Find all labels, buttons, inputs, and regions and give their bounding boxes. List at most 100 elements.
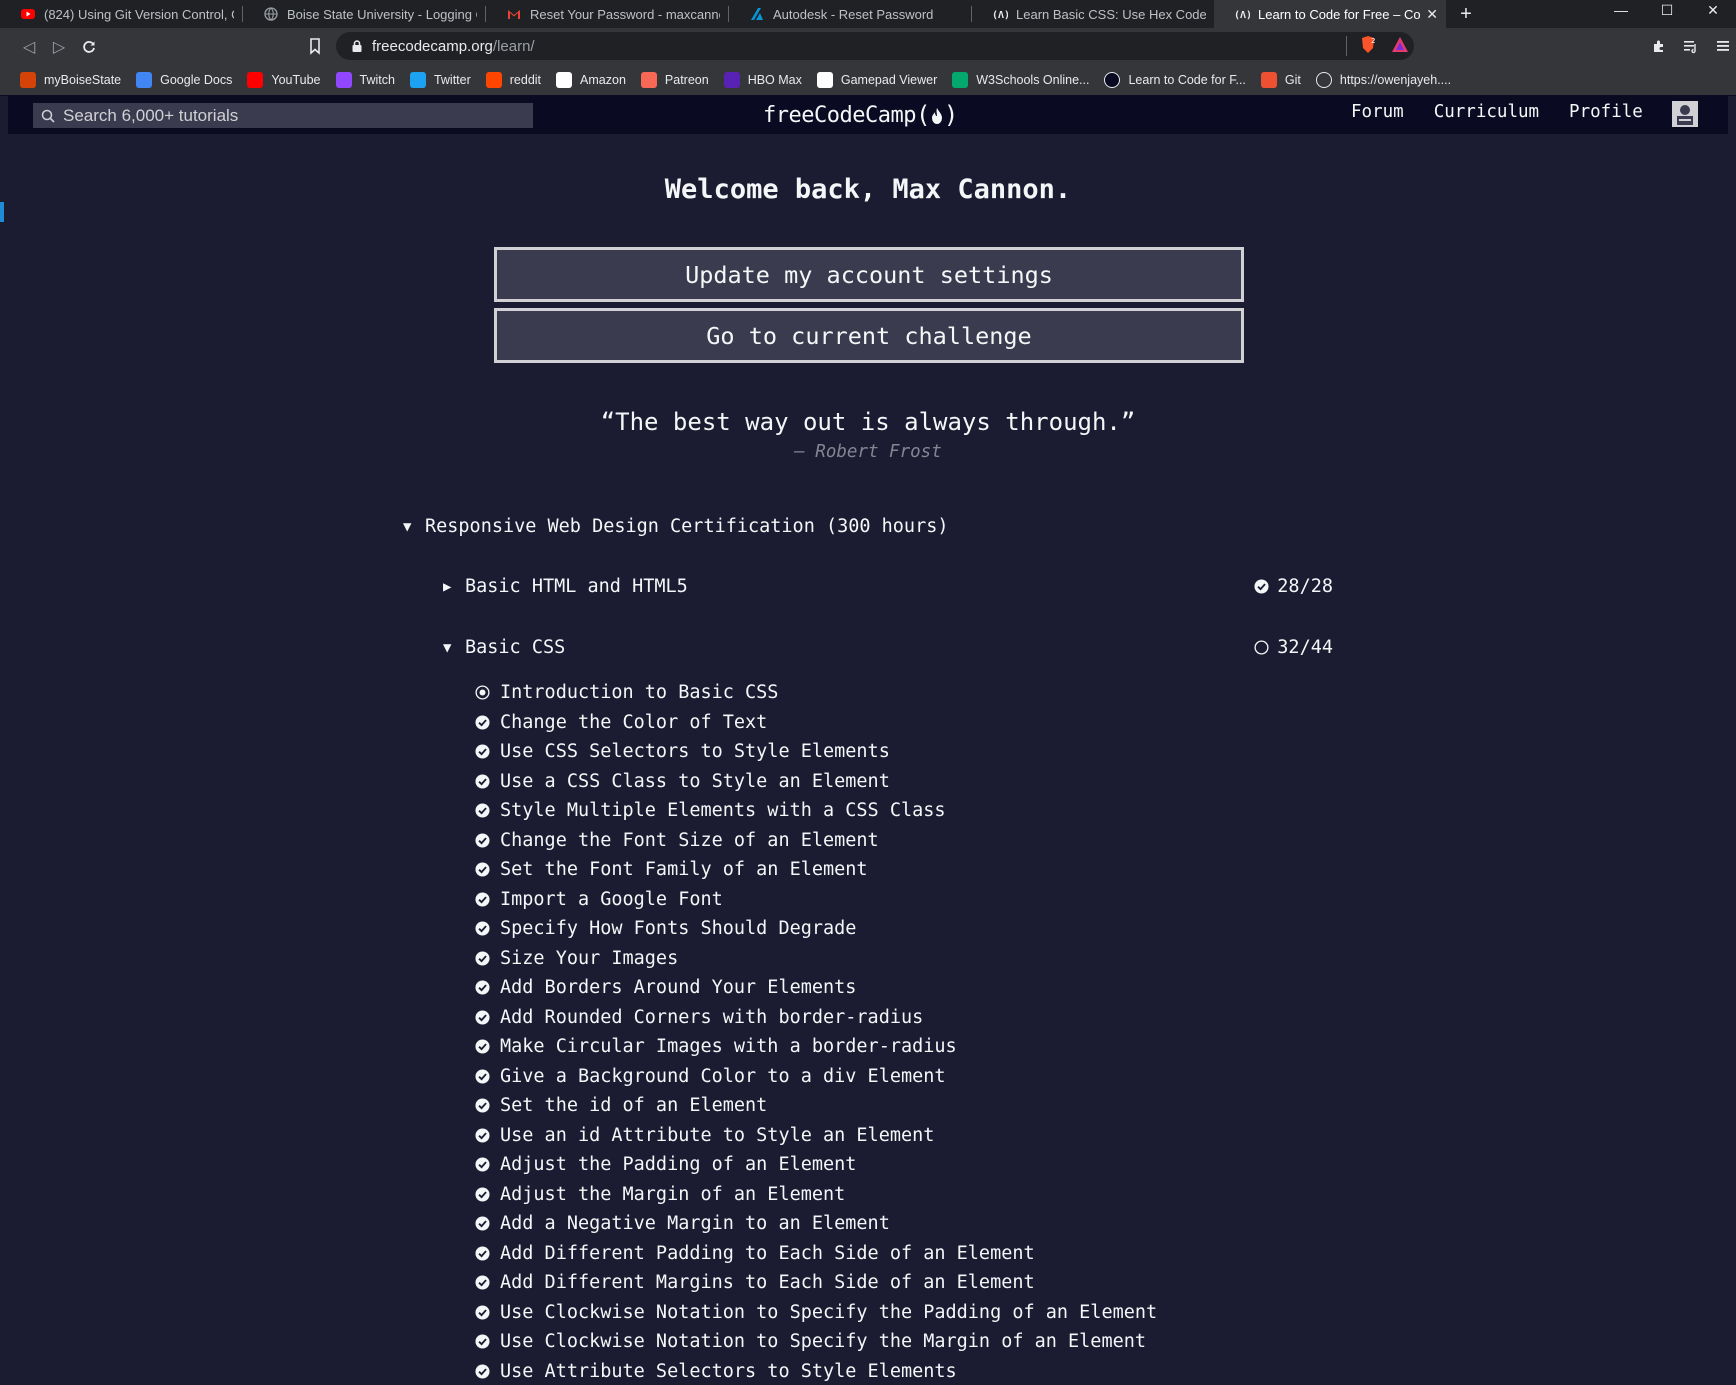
search-input[interactable]: Search 6,000+ tutorials [33, 103, 533, 128]
challenge-item[interactable]: Make Circular Images with a border-radiu… [475, 1032, 1157, 1062]
welcome-heading: Welcome back, Max Cannon. [664, 174, 1072, 205]
bookmark-item[interactable]: Twitter [409, 72, 471, 88]
update-settings-button[interactable]: Update my account settings [494, 247, 1244, 302]
freecodecamp-logo[interactable]: freeCodeCamp () [763, 101, 958, 129]
site-navbar: Search 6,000+ tutorials freeCodeCamp () … [8, 96, 1728, 134]
window-controls: — ☐ ✕ [1598, 0, 1736, 28]
lock-icon [352, 40, 362, 52]
bookmark-item[interactable]: W3Schools Online... [952, 72, 1089, 88]
block-basic-html[interactable]: ▶ Basic HTML and HTML5 28/28 [443, 576, 1333, 597]
new-tab-button[interactable]: + [1452, 0, 1480, 28]
challenge-item[interactable]: Add Rounded Corners with border-radius [475, 1003, 1157, 1033]
check-circle-icon [475, 833, 490, 848]
challenge-item[interactable]: Adjust the Padding of an Element [475, 1150, 1157, 1180]
bookmark-label: Amazon [580, 73, 626, 87]
bookmark-item[interactable]: Git [1260, 72, 1301, 88]
scrollbar[interactable] [1728, 96, 1736, 1385]
block-title: Basic CSS [465, 637, 566, 658]
bookmark-item[interactable]: Patreon [640, 72, 709, 88]
address-bar[interactable]: freecodecamp.org/learn/ [336, 32, 1414, 60]
challenge-item[interactable]: Add a Negative Margin to an Element [475, 1209, 1157, 1239]
challenge-title: Add a Negative Margin to an Element [500, 1213, 890, 1235]
challenge-item[interactable]: Specify How Fonts Should Degrade [475, 914, 1157, 944]
browser-tab[interactable]: Boise State University - Logging Off [243, 0, 485, 28]
challenge-item[interactable]: Style Multiple Elements with a CSS Class [475, 796, 1157, 826]
check-circle-icon [475, 951, 490, 966]
browser-tab[interactable]: (824) Using Git Version Control, Github [0, 0, 242, 28]
bookmark-item[interactable]: myBoiseState [20, 72, 121, 88]
block-basic-css[interactable]: ▼ Basic CSS 32/44 [443, 637, 1333, 658]
freecodecamp-icon: (Λ) [992, 6, 1008, 22]
bookmark-item[interactable]: reddit [485, 72, 541, 88]
check-circle-icon [475, 980, 490, 995]
challenge-item[interactable]: Use Clockwise Notation to Specify the Pa… [475, 1298, 1157, 1328]
challenge-item[interactable]: Set the id of an Element [475, 1091, 1157, 1121]
challenge-item[interactable]: Adjust the Margin of an Element [475, 1180, 1157, 1210]
nav-curriculum-link[interactable]: Curriculum [1434, 102, 1539, 122]
empty-circle-icon [1254, 640, 1269, 655]
challenge-item[interactable]: Use Clockwise Notation to Specify the Ma… [475, 1327, 1157, 1357]
challenge-item[interactable]: Set the Font Family of an Element [475, 855, 1157, 885]
challenge-item[interactable]: Change the Font Size of an Element [475, 826, 1157, 856]
challenge-item[interactable]: Introduction to Basic CSS [475, 678, 1157, 708]
challenge-item[interactable]: Add Different Padding to Each Side of an… [475, 1239, 1157, 1269]
challenge-item[interactable]: Use CSS Selectors to Style Elements [475, 737, 1157, 767]
nav-forum-link[interactable]: Forum [1351, 102, 1404, 122]
back-icon[interactable]: ◁ [14, 32, 44, 62]
check-circle-icon [475, 1305, 490, 1320]
svg-text:(Λ): (Λ) [992, 10, 1008, 20]
close-window-icon[interactable]: ✕ [1690, 0, 1736, 20]
forward-icon[interactable]: ▷ [44, 32, 74, 62]
bookmark-item[interactable]: HBO Max [723, 72, 802, 88]
bookmark-item[interactable]: Google Docs [136, 72, 232, 88]
challenge-title: Use a CSS Class to Style an Element [500, 770, 890, 792]
extensions-icon[interactable] [1646, 33, 1672, 59]
challenge-title: Introduction to Basic CSS [500, 682, 779, 704]
bookmark-item[interactable]: Learn to Code for F... [1104, 72, 1246, 88]
tab-title: Learn to Code for Free – Coding C [1258, 6, 1421, 22]
certification-toggle[interactable]: ▼ Responsive Web Design Certification (3… [403, 516, 948, 537]
browser-toolbar: ◁ ▷ freecodecamp.org/learn/ 2 [0, 28, 1736, 65]
bookmark-item[interactable]: Gamepad Viewer [816, 72, 937, 88]
challenge-item[interactable]: Import a Google Font [475, 885, 1157, 915]
check-circle-icon [475, 1157, 490, 1172]
challenge-item[interactable]: Use Attribute Selectors to Style Element… [475, 1357, 1157, 1385]
brave-rewards-icon[interactable] [1389, 34, 1411, 56]
challenge-title: Add Rounded Corners with border-radius [500, 1006, 924, 1028]
challenge-item[interactable]: Use a CSS Class to Style an Element [475, 767, 1157, 797]
nav-profile-link[interactable]: Profile [1569, 102, 1643, 122]
bookmark-icon[interactable] [304, 35, 326, 57]
brave-shield-icon[interactable]: 2 [1357, 34, 1379, 56]
minimize-icon[interactable]: — [1598, 0, 1644, 20]
svg-text:(Λ): (Λ) [1234, 10, 1250, 20]
reload-icon[interactable] [74, 32, 104, 62]
freecodecamp-page: Search 6,000+ tutorials freeCodeCamp () … [8, 96, 1728, 1385]
menu-icon[interactable] [1710, 33, 1736, 59]
browser-tab[interactable]: Autodesk - Reset Password [729, 0, 971, 28]
check-circle-icon [1254, 579, 1269, 594]
avatar[interactable] [1672, 101, 1698, 127]
reading-list-icon[interactable] [1678, 33, 1704, 59]
bookmark-item[interactable]: YouTube [247, 72, 321, 88]
challenge-item[interactable]: Change the Color of Text [475, 708, 1157, 738]
amazon-icon [556, 72, 573, 88]
bookmark-label: https://owenjayeh.... [1339, 73, 1452, 87]
challenge-item[interactable]: Use an id Attribute to Style an Element [475, 1121, 1157, 1151]
bookmark-item[interactable]: Twitch [335, 72, 395, 88]
challenge-item[interactable]: Add Different Margins to Each Side of an… [475, 1268, 1157, 1298]
challenge-title: Import a Google Font [500, 888, 723, 910]
youtube-icon [20, 6, 36, 22]
maximize-icon[interactable]: ☐ [1644, 0, 1690, 20]
close-tab-icon[interactable]: ✕ [1426, 6, 1438, 23]
challenge-item[interactable]: Give a Background Color to a div Element [475, 1062, 1157, 1092]
toolbar-divider [1346, 36, 1347, 56]
certification-title: Responsive Web Design Certification (300… [425, 516, 949, 537]
browser-tab[interactable]: (Λ) Learn to Code for Free – Coding C ✕ [1214, 0, 1446, 28]
browser-tab[interactable]: (Λ) Learn Basic CSS: Use Hex Code to Mix [972, 0, 1214, 28]
browser-tab[interactable]: Reset Your Password - maxcannon@u [486, 0, 728, 28]
bookmark-item[interactable]: https://owenjayeh.... [1315, 72, 1452, 88]
current-challenge-button[interactable]: Go to current challenge [494, 308, 1244, 363]
bookmark-item[interactable]: Amazon [556, 72, 626, 88]
challenge-item[interactable]: Add Borders Around Your Elements [475, 973, 1157, 1003]
challenge-item[interactable]: Size Your Images [475, 944, 1157, 974]
